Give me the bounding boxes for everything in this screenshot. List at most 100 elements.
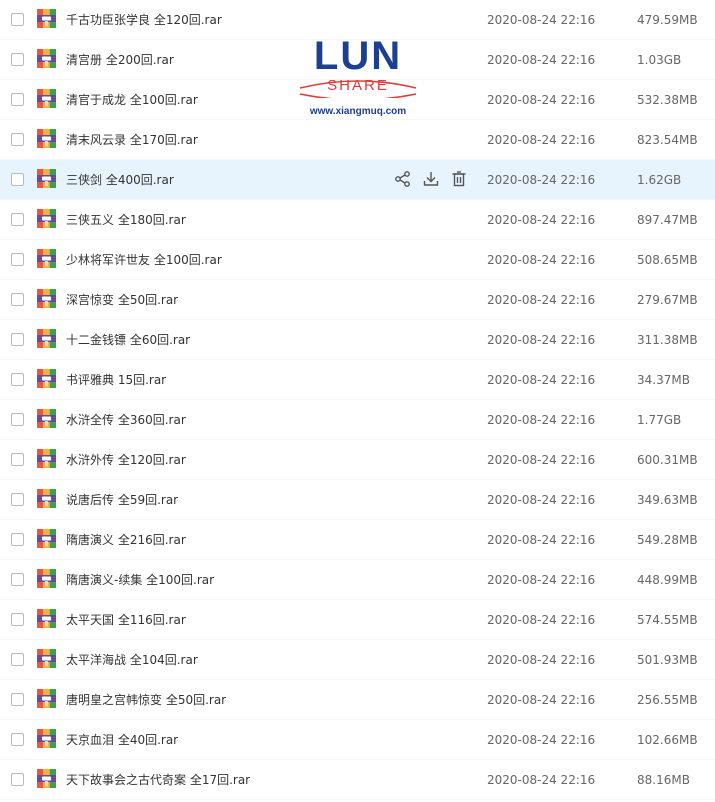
file-row[interactable]: 三侠五义 全180回.rar 2020-08-24 22:16 897.47MB [0, 200, 715, 240]
file-size: 1.77GB [637, 413, 682, 427]
watermark-brand-top: LUN [313, 34, 403, 78]
file-row[interactable]: 太平洋海战 全104回.rar 2020-08-24 22:16 501.93M… [0, 640, 715, 680]
file-date: 2020-08-24 22:16 [487, 693, 596, 707]
file-name[interactable]: 水浒外传 全120回.rar [66, 451, 186, 469]
row-checkbox[interactable] [11, 333, 24, 346]
file-name[interactable]: 三侠剑 全400回.rar [66, 171, 174, 189]
file-name[interactable]: 水浒全传 全360回.rar [66, 411, 186, 429]
rar-archive-icon [36, 8, 57, 29]
row-checkbox[interactable] [11, 653, 24, 666]
row-checkbox[interactable] [11, 373, 24, 386]
rar-archive-icon [36, 488, 57, 509]
rar-archive-icon [36, 168, 57, 189]
file-row[interactable]: 天京血泪 全40回.rar 2020-08-24 22:16 102.66MB [0, 720, 715, 760]
rar-archive-icon [36, 408, 57, 429]
file-name[interactable]: 说唐后传 全59回.rar [66, 491, 178, 509]
file-name[interactable]: 清末风云录 全170回.rar [66, 131, 198, 149]
file-row[interactable]: 水浒全传 全360回.rar 2020-08-24 22:16 1.77GB [0, 400, 715, 440]
file-size: 508.65MB [637, 253, 698, 267]
file-date: 2020-08-24 22:16 [487, 133, 596, 147]
file-date: 2020-08-24 22:16 [487, 333, 596, 347]
row-checkbox[interactable] [11, 13, 24, 26]
row-checkbox[interactable] [11, 213, 24, 226]
file-row[interactable]: 十二金钱镖 全60回.rar 2020-08-24 22:16 311.38MB [0, 320, 715, 360]
rar-archive-icon [36, 728, 57, 749]
file-size: 479.59MB [637, 13, 698, 27]
file-row-hovered[interactable]: 三侠剑 全400回.rar 2020-08-24 22:16 1.62GB [0, 160, 715, 200]
share-icon[interactable] [393, 169, 413, 189]
file-name[interactable]: 千古功臣张学良 全120回.rar [66, 11, 222, 29]
file-name[interactable]: 深宫惊变 全50回.rar [66, 291, 178, 309]
row-checkbox[interactable] [11, 493, 24, 506]
row-checkbox[interactable] [11, 773, 24, 786]
rar-archive-icon [36, 128, 57, 149]
delete-icon[interactable] [449, 169, 469, 189]
rar-archive-icon [36, 768, 57, 789]
row-checkbox[interactable] [11, 93, 24, 106]
file-size: 549.28MB [637, 533, 698, 547]
file-date: 2020-08-24 22:16 [487, 93, 596, 107]
rar-archive-icon [36, 528, 57, 549]
file-name[interactable]: 清官于成龙 全100回.rar [66, 91, 198, 109]
file-size: 256.55MB [637, 693, 698, 707]
rar-archive-icon [36, 608, 57, 629]
watermark-brand-middle: SHARE [327, 77, 389, 94]
rar-archive-icon [36, 368, 57, 389]
file-row[interactable]: 隋唐演义 全216回.rar 2020-08-24 22:16 549.28MB [0, 520, 715, 560]
file-row[interactable]: 水浒外传 全120回.rar 2020-08-24 22:16 600.31MB [0, 440, 715, 480]
file-date: 2020-08-24 22:16 [487, 413, 596, 427]
row-checkbox[interactable] [11, 173, 24, 186]
file-row[interactable]: 隋唐演义-续集 全100回.rar 2020-08-24 22:16 448.9… [0, 560, 715, 600]
row-checkbox[interactable] [11, 573, 24, 586]
file-name[interactable]: 隋唐演义 全216回.rar [66, 531, 186, 549]
file-name[interactable]: 天京血泪 全40回.rar [66, 731, 178, 749]
file-size: 34.37MB [637, 373, 690, 387]
row-checkbox[interactable] [11, 253, 24, 266]
file-name[interactable]: 清宫册 全200回.rar [66, 51, 174, 69]
file-date: 2020-08-24 22:16 [487, 733, 596, 747]
file-row[interactable]: 唐明皇之宫帏惊变 全50回.rar 2020-08-24 22:16 256.5… [0, 680, 715, 720]
file-date: 2020-08-24 22:16 [487, 653, 596, 667]
file-name[interactable]: 三侠五义 全180回.rar [66, 211, 186, 229]
row-checkbox[interactable] [11, 733, 24, 746]
row-checkbox[interactable] [11, 413, 24, 426]
file-size: 349.63MB [637, 493, 698, 507]
row-checkbox[interactable] [11, 693, 24, 706]
file-row[interactable]: 太平天国 全116回.rar 2020-08-24 22:16 574.55MB [0, 600, 715, 640]
file-name[interactable]: 隋唐演义-续集 全100回.rar [66, 571, 214, 589]
file-size: 600.31MB [637, 453, 698, 467]
file-date: 2020-08-24 22:16 [487, 573, 596, 587]
file-size: 1.62GB [637, 173, 682, 187]
watermark-url: www.xiangmuq.com [309, 106, 407, 117]
file-name[interactable]: 书评雅典 15回.rar [66, 371, 166, 389]
file-row[interactable]: 清末风云录 全170回.rar 2020-08-24 22:16 823.54M… [0, 120, 715, 160]
file-row[interactable]: 说唐后传 全59回.rar 2020-08-24 22:16 349.63MB [0, 480, 715, 520]
file-size: 823.54MB [637, 133, 698, 147]
rar-archive-icon [36, 648, 57, 669]
row-checkbox[interactable] [11, 613, 24, 626]
rar-archive-icon [36, 88, 57, 109]
file-row[interactable]: 深宫惊变 全50回.rar 2020-08-24 22:16 279.67MB [0, 280, 715, 320]
file-row[interactable]: 少林将军许世友 全100回.rar 2020-08-24 22:16 508.6… [0, 240, 715, 280]
row-checkbox[interactable] [11, 133, 24, 146]
rar-archive-icon [36, 248, 57, 269]
row-checkbox[interactable] [11, 453, 24, 466]
file-name[interactable]: 天下故事会之古代奇案 全17回.rar [66, 771, 250, 789]
row-checkbox[interactable] [11, 293, 24, 306]
file-name[interactable]: 太平洋海战 全104回.rar [66, 651, 198, 669]
file-date: 2020-08-24 22:16 [487, 173, 596, 187]
row-checkbox[interactable] [11, 53, 24, 66]
file-date: 2020-08-24 22:16 [487, 213, 596, 227]
file-name[interactable]: 少林将军许世友 全100回.rar [66, 251, 222, 269]
rar-archive-icon [36, 568, 57, 589]
file-name[interactable]: 唐明皇之宫帏惊变 全50回.rar [66, 691, 226, 709]
file-row[interactable]: 天下故事会之古代奇案 全17回.rar 2020-08-24 22:16 88.… [0, 760, 715, 800]
rar-archive-icon [36, 328, 57, 349]
file-name[interactable]: 十二金钱镖 全60回.rar [66, 331, 190, 349]
download-icon[interactable] [421, 169, 441, 189]
row-checkbox[interactable] [11, 533, 24, 546]
file-size: 1.03GB [637, 53, 682, 67]
file-size: 897.47MB [637, 213, 698, 227]
file-name[interactable]: 太平天国 全116回.rar [66, 611, 186, 629]
file-row[interactable]: 书评雅典 15回.rar 2020-08-24 22:16 34.37MB [0, 360, 715, 400]
